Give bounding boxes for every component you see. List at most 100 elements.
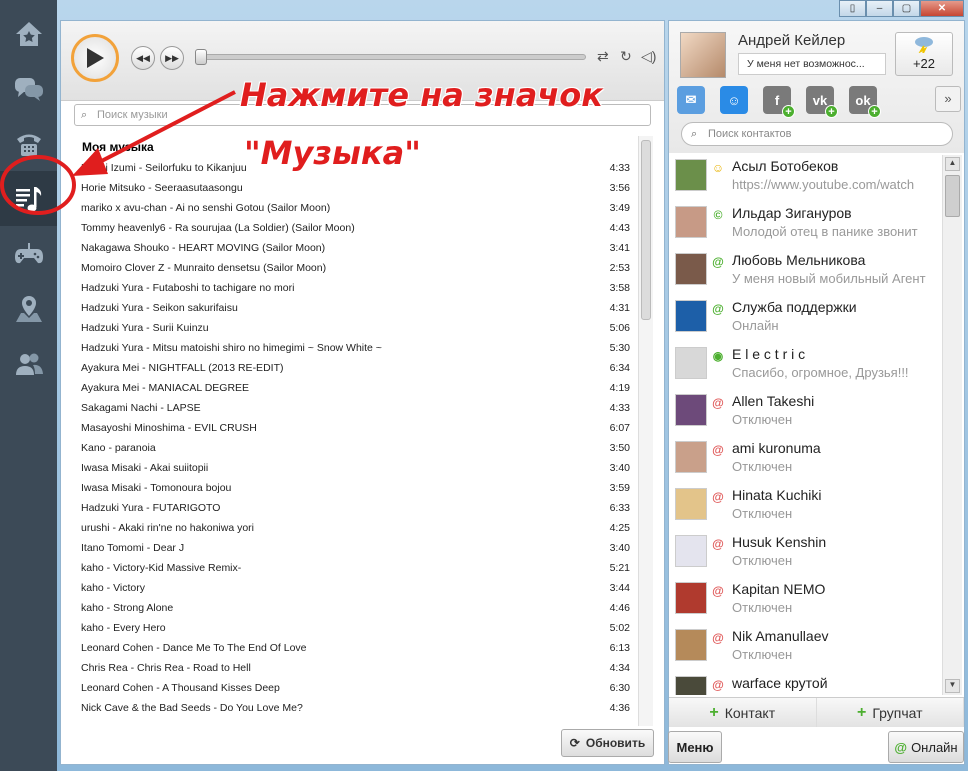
track-row[interactable]: Tommy heavenly6 - Ra sourujaa (La Soldie… <box>74 218 634 238</box>
sidebar-item-friends[interactable] <box>0 336 57 391</box>
track-row[interactable]: Momoiro Clover Z - Munraito densetsu (Sa… <box>74 258 634 278</box>
maximize-button[interactable]: ▢ <box>893 0 920 17</box>
contact-avatar <box>675 582 707 614</box>
contact-row[interactable]: @ Nik Amanullaev Отключен <box>669 625 942 672</box>
sidebar-item-home[interactable] <box>0 6 57 61</box>
sidebar-item-chat[interactable] <box>0 61 57 116</box>
group-chat-button[interactable]: + Групчат <box>817 698 964 727</box>
track-row[interactable]: Itano Tomomi - Dear J 3:40 <box>74 538 634 558</box>
previous-button[interactable]: ◀◀ <box>131 46 155 70</box>
track-row[interactable]: kaho - Victory-Kid Massive Remix- 5:21 <box>74 558 634 578</box>
track-duration: 4:19 <box>609 382 630 394</box>
track-row[interactable]: urushi - Akaki rin'ne no hakoniwa yori 4:… <box>74 518 634 538</box>
contact-row[interactable]: ☺ Асыл Ботобеков https://www.youtube.com/w… <box>669 155 942 202</box>
track-row[interactable]: Horie Mitsuko - Seeraasutaasongu 3:56 <box>74 178 634 198</box>
track-row[interactable]: Leonard Cohen - Dance Me To The End Of L… <box>74 638 634 658</box>
track-title: Itano Tomomi - Dear J <box>81 542 185 554</box>
shuffle-icon[interactable]: ⇄ <box>597 48 609 65</box>
track-row[interactable]: Ayakura Mei - MANIACAL DEGREE 4:19 <box>74 378 634 398</box>
vkontakte-icon[interactable]: vk + <box>806 86 838 118</box>
next-icon: ▶▶ <box>165 52 179 63</box>
contact-list-scrollbar[interactable]: ▲ ▼ <box>942 155 962 695</box>
contact-status-icon: @ <box>712 631 724 645</box>
moimir-icon[interactable]: ☺ <box>720 86 748 114</box>
contact-row[interactable]: @ Allen Takeshi Отключен <box>669 390 942 437</box>
track-duration: 4:46 <box>609 602 630 614</box>
track-duration: 6:30 <box>609 682 630 694</box>
track-row[interactable]: Leonard Cohen - A Thousand Kisses Deep 6:… <box>74 678 634 698</box>
track-row[interactable]: Hadzuki Yura - Seikon sakurifaisu 4:31 <box>74 298 634 318</box>
track-row[interactable]: Sakagami Nachi - LAPSE 4:33 <box>74 398 634 418</box>
track-row[interactable]: kaho - Victory 3:44 <box>74 578 634 598</box>
play-button[interactable] <box>71 34 119 82</box>
repeat-icon[interactable]: ↻ <box>620 48 632 65</box>
scrollbar-thumb[interactable] <box>641 140 651 320</box>
track-row[interactable]: Hadzuki Yura - Surii Kuinzu 5:06 <box>74 318 634 338</box>
sidebar-item-phone[interactable] <box>0 116 57 171</box>
sidebar-item-games[interactable] <box>0 226 57 281</box>
scrollbar-thumb[interactable] <box>945 175 960 217</box>
track-row[interactable]: Iwasa Misaki - Akai suiitopii 3:40 <box>74 458 634 478</box>
online-status-button[interactable]: @ Онлайн <box>888 731 964 763</box>
track-row[interactable]: Kano - paranoia 3:50 <box>74 438 634 458</box>
volume-icon[interactable]: ◁) <box>641 48 656 65</box>
next-button[interactable]: ▶▶ <box>160 46 184 70</box>
track-list-scrollbar[interactable] <box>638 136 653 726</box>
compact-button[interactable]: ▯ <box>839 0 866 17</box>
contact-row[interactable]: © Ильдар Зигануров Молодой отец в панике з… <box>669 202 942 249</box>
track-row[interactable]: kaho - Every Hero 5:02 <box>74 618 634 638</box>
minimize-button[interactable]: – <box>866 0 893 17</box>
track-duration: 4:33 <box>609 162 630 174</box>
track-row[interactable]: Chris Rea - Chris Rea - Road to Hell 4:34 <box>74 658 634 678</box>
more-networks-button[interactable]: » <box>935 86 961 112</box>
close-button[interactable]: ✕ <box>920 0 964 17</box>
menu-button[interactable]: Меню <box>668 731 722 763</box>
contact-row[interactable]: @ Любовь Мельникова У меня новый мобильный… <box>669 249 942 296</box>
scroll-down-icon[interactable]: ▼ <box>945 679 960 693</box>
track-row[interactable]: Nakagawa Shouko - HEART MOVING (Sailor M… <box>74 238 634 258</box>
track-row[interactable]: mariko x avu-chan - Ai no senshi Gotou (… <box>74 198 634 218</box>
progress-thumb[interactable] <box>195 49 207 65</box>
track-title: Chris Rea - Chris Rea - Road to Hell <box>81 662 251 674</box>
contact-search-input[interactable]: ⌕ Поиск контактов <box>681 122 953 146</box>
track-title: Iwasa Misaki - Tomonoura bojou <box>81 482 232 494</box>
contact-status: Отключен <box>732 459 793 474</box>
refresh-button[interactable]: ⟳ Обновить <box>561 729 654 757</box>
music-panel: ◀◀ ▶▶ ⇄ ↻ ◁) ⌕ Поиск музыки Моя музыка H… <box>60 20 665 765</box>
progress-bar[interactable] <box>201 54 586 60</box>
weather-widget[interactable]: +22 <box>895 32 953 76</box>
contact-row[interactable]: @ ami kuronuma Отключен <box>669 437 942 484</box>
track-title: Hadzuki Yura - Futaboshi to tachigare no… <box>81 282 295 294</box>
track-row[interactable]: Ayakura Mei - NIGHTFALL (2013 RE-EDIT) 6:… <box>74 358 634 378</box>
odnoklassniki-icon[interactable]: ok + <box>849 86 881 118</box>
track-row[interactable]: Hadzuki Yura - Mitsu matoishi shiro no h… <box>74 338 634 358</box>
track-row[interactable]: Hadzuki Yura - Futaboshi to tachigare no… <box>74 278 634 298</box>
contact-row[interactable]: @ warface крутой <box>669 672 942 695</box>
sidebar-item-music[interactable] <box>0 171 57 226</box>
contact-avatar <box>675 300 707 332</box>
avatar[interactable] <box>680 32 726 78</box>
scroll-up-icon[interactable]: ▲ <box>945 157 960 171</box>
mail-icon[interactable]: ✉ <box>677 86 705 114</box>
track-row[interactable]: kaho - Strong Alone 4:46 <box>74 598 634 618</box>
facebook-icon[interactable]: f + <box>763 86 795 118</box>
contact-row[interactable]: @ Husuk Kenshin Отключен <box>669 531 942 578</box>
track-row[interactable]: Hadzuki Yura - FUTARIGOTO 6:33 <box>74 498 634 518</box>
track-title: Nakagawa Shouko - HEART MOVING (Sailor M… <box>81 242 326 254</box>
contact-row[interactable]: @ Kapitan NEMO Отключен <box>669 578 942 625</box>
sidebar-item-map[interactable] <box>0 281 57 336</box>
track-duration: 4:25 <box>609 522 630 534</box>
contact-row[interactable]: @ Hinata Kuchiki Отключен <box>669 484 942 531</box>
contact-row[interactable]: @ Служба поддержки Онлайн <box>669 296 942 343</box>
track-row[interactable]: Nick Cave & the Bad Seeds - Do You Love … <box>74 698 634 718</box>
contact-status-icon: ◉ <box>712 349 724 363</box>
track-row[interactable]: Iwasa Misaki - Tomonoura bojou 3:59 <box>74 478 634 498</box>
track-row[interactable]: Masayoshi Minoshima - EVIL CRUSH 6:07 <box>74 418 634 438</box>
track-duration: 4:43 <box>609 222 630 234</box>
contact-status-icon: @ <box>712 678 724 692</box>
contact-row[interactable]: ◉ E l e c t r i c Спасибо, огромное, Друзь… <box>669 343 942 390</box>
contact-avatar <box>675 394 707 426</box>
contact-name: Nik Amanullaev <box>732 628 829 644</box>
status-message-field[interactable]: У меня нет возможнос... <box>738 53 886 75</box>
add-contact-button[interactable]: + Контакт <box>669 698 817 727</box>
